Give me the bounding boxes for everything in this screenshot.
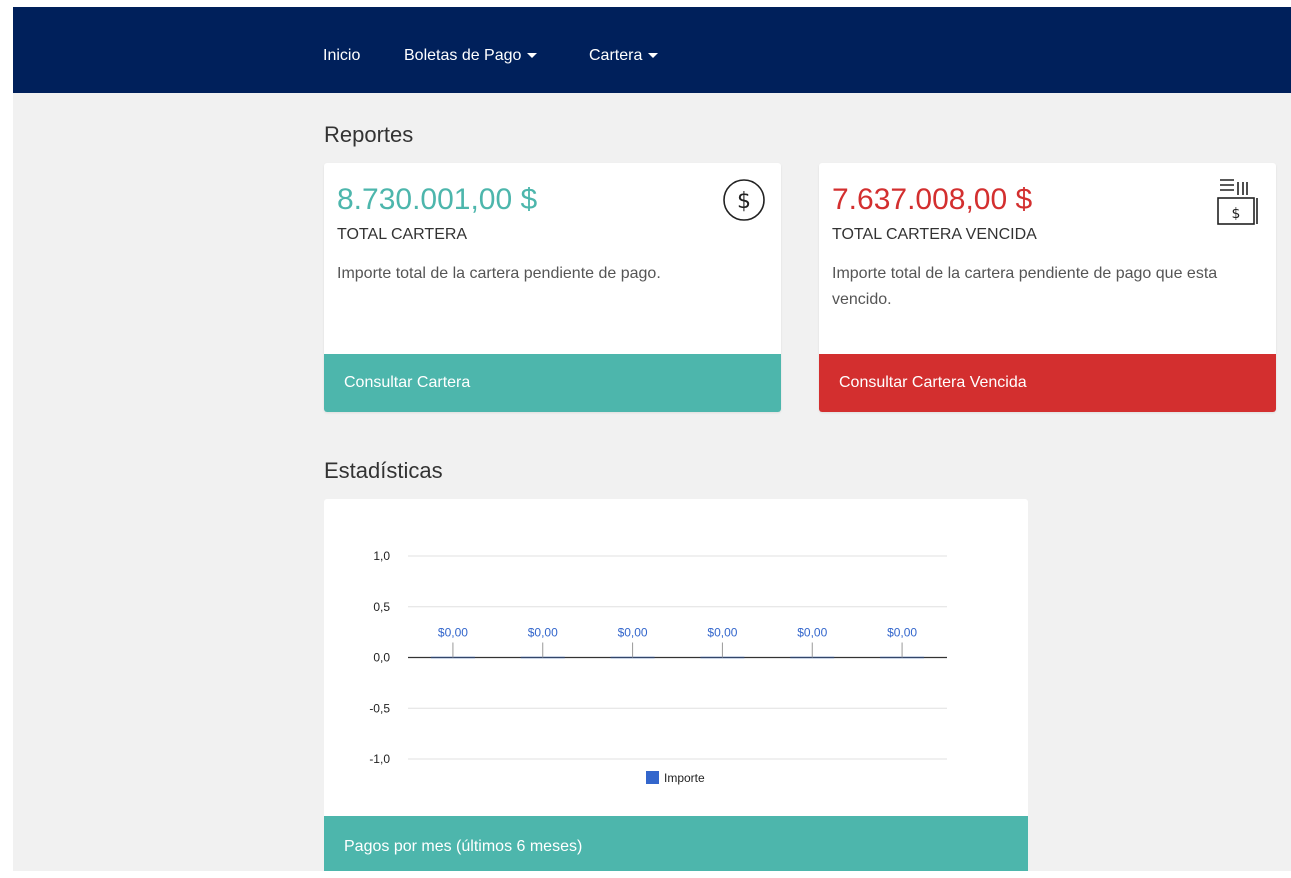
- data-label: $0,00: [528, 626, 558, 640]
- legend-label: Importe: [664, 771, 705, 785]
- consultar-cartera-vencida-button[interactable]: Consultar Cartera Vencida: [819, 354, 1276, 412]
- y-tick-label: -1,0: [369, 752, 390, 766]
- svg-text:$: $: [1232, 206, 1241, 222]
- total-cartera-description: Importe total de la cartera pendiente de…: [337, 265, 661, 282]
- nav-cartera[interactable]: Cartera: [589, 47, 659, 65]
- nav-inicio-label: Inicio: [323, 47, 361, 64]
- data-label: $0,00: [797, 626, 827, 640]
- total-cartera-label: TOTAL CARTERA: [337, 226, 468, 243]
- data-label: $0,00: [438, 626, 468, 640]
- svg-text:$: $: [737, 189, 751, 214]
- total-cartera-vencida-amount: 7.637.008,00 $: [832, 183, 1033, 216]
- data-label: $0,00: [618, 626, 648, 640]
- chevron-down-icon: [648, 53, 659, 59]
- dollar-circle-icon: $: [721, 177, 767, 228]
- nav-cartera-label: Cartera: [589, 47, 643, 64]
- top-navbar: Inicio Boletas de Pago Cartera: [13, 7, 1291, 93]
- total-cartera-amount: 8.730.001,00 $: [337, 183, 538, 216]
- total-cartera-card: 8.730.001,00 $ TOTAL CARTERA Importe tot…: [324, 163, 781, 412]
- estadisticas-title: Estadísticas: [324, 458, 443, 483]
- total-cartera-vencida-description: Importe total de la cartera pendiente de…: [832, 265, 1218, 308]
- nav-inicio[interactable]: Inicio: [323, 47, 360, 65]
- nav-boletas-label: Boletas de Pago: [404, 47, 522, 64]
- legend-swatch: [646, 771, 659, 784]
- chart-footer: Pagos por mes (últimos 6 meses): [324, 816, 1028, 871]
- data-label: $0,00: [707, 626, 737, 640]
- y-tick-label: 0,5: [373, 600, 390, 614]
- overdue-invoice-icon: $: [1217, 176, 1263, 237]
- total-cartera-vencida-card: 7.637.008,00 $ TOTAL CARTERA VENCIDA Imp…: [819, 163, 1276, 412]
- y-tick-label: 0,0: [373, 651, 390, 665]
- y-tick-label: 1,0: [373, 549, 390, 563]
- nav-boletas-de-pago[interactable]: Boletas de Pago: [404, 47, 538, 65]
- y-tick-label: -0,5: [369, 701, 390, 715]
- chevron-down-icon: [527, 53, 538, 59]
- pagos-chart-card: 1,0 0,5 0,0 -0,5 -1,0 $0,00 $0,00 $0,00 $0,00 $0,…: [324, 499, 1028, 871]
- pagos-bar-chart: 1,0 0,5 0,0 -0,5 -1,0 $0,00 $0,00 $0,00 $0,00 $0,…: [369, 549, 947, 785]
- data-label: $0,00: [887, 626, 917, 640]
- reportes-title: Reportes: [324, 122, 414, 147]
- total-cartera-vencida-label: TOTAL CARTERA VENCIDA: [832, 226, 1037, 243]
- consultar-cartera-button[interactable]: Consultar Cartera: [324, 354, 781, 412]
